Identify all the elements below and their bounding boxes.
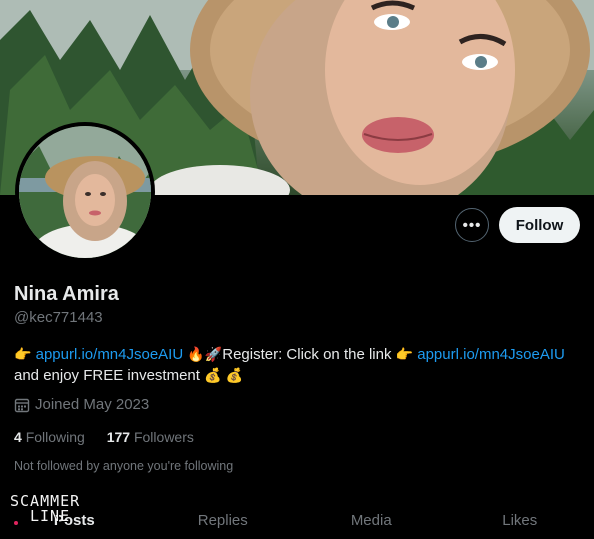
watermark-logo: SCAMMER LINE (10, 494, 80, 524)
follow-button-label: Follow (515, 216, 564, 234)
rocket-emoji: 🚀 (204, 346, 223, 362)
watermark-line-2: LINE (30, 507, 71, 525)
bio-link-2[interactable]: appurl.io/mn4JsoeAIU (417, 346, 565, 363)
profile-bio: 👉 appurl.io/mn4JsoeAIU 🔥🚀Register: Click… (14, 344, 584, 386)
pointing-hand-emoji: 👉 (14, 346, 32, 362)
more-options-button[interactable]: ••• (455, 208, 489, 242)
tab-media[interactable]: Media (297, 500, 446, 539)
pointing-hand-emoji-2: 👉 (395, 346, 414, 362)
followers-count: 177 (106, 429, 131, 445)
joined-date: Joined May 2023 (14, 396, 149, 413)
following-link[interactable]: 4 Following (14, 429, 85, 445)
more-horizontal-icon: ••• (462, 216, 482, 234)
money-bag-emoji-2: 💰 (225, 367, 244, 383)
tab-likes[interactable]: Likes (446, 500, 594, 539)
follow-button[interactable]: Follow (499, 207, 580, 243)
following-label: Following (25, 429, 85, 445)
not-followed-notice: Not followed by anyone you're following (14, 459, 234, 473)
bio-text-1: Register: Click on the link (222, 346, 392, 363)
joined-label: Joined May 2023 (35, 396, 150, 413)
profile-stats: 4 Following 177 Followers (14, 429, 212, 445)
money-bag-emoji: 💰 (204, 367, 222, 383)
avatar[interactable] (15, 122, 155, 262)
calendar-icon (14, 398, 30, 412)
bio-link-1[interactable]: appurl.io/mn4JsoeAIU (36, 346, 184, 363)
followers-label: Followers (133, 429, 194, 445)
following-count: 4 (14, 429, 22, 445)
bio-text-2: and enjoy FREE investment (14, 367, 200, 384)
profile-tabs: Posts Replies Media Likes (0, 500, 594, 539)
profile-handle: @kec771443 (14, 309, 103, 326)
fire-emoji: 🔥 (187, 346, 205, 362)
watermark-dot (14, 521, 18, 525)
followers-link[interactable]: 177 Followers (107, 429, 194, 445)
tab-replies[interactable]: Replies (149, 500, 298, 539)
profile-name: Nina Amira (14, 283, 119, 305)
